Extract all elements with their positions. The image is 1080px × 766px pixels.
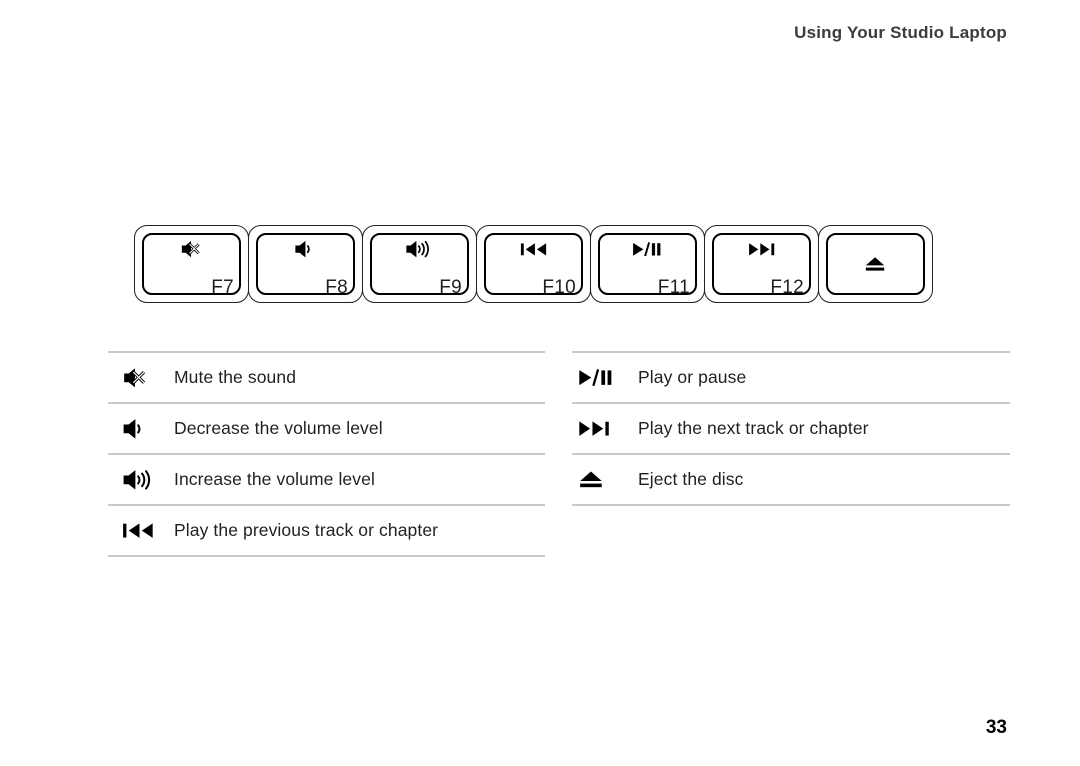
key-f9[interactable]: F9 — [362, 225, 477, 303]
key-f12[interactable]: F12 — [704, 225, 819, 303]
key-label: F10 — [542, 277, 576, 298]
legend-description: Play the next track or chapter — [638, 418, 869, 438]
play-pause-icon — [591, 236, 704, 262]
key-label: F8 — [325, 277, 348, 298]
previous-track-icon — [108, 522, 174, 539]
legend-description: Increase the volume level — [174, 469, 375, 489]
play-pause-icon — [572, 368, 638, 387]
volume-up-icon — [363, 236, 476, 262]
volume-down-icon — [108, 417, 174, 441]
next-track-icon — [572, 420, 638, 437]
key-f11[interactable]: F11 — [590, 225, 705, 303]
legend-description: Decrease the volume level — [174, 418, 383, 438]
page-number: 33 — [985, 717, 1007, 738]
previous-track-icon — [477, 236, 590, 262]
key-eject[interactable] — [818, 225, 933, 303]
legend-row: Play the next track or chapter — [572, 404, 1010, 455]
key-label: F7 — [211, 277, 234, 298]
key-f8[interactable]: F8 — [248, 225, 363, 303]
volume-down-icon — [249, 236, 362, 262]
key-label: F11 — [657, 277, 690, 298]
eject-icon — [572, 470, 638, 489]
key-label: F9 — [439, 277, 462, 298]
key-f10[interactable]: F10 — [476, 225, 591, 303]
legend-row: Mute the sound — [108, 351, 545, 404]
legend-table-right: Play or pause Play the next track or cha… — [572, 351, 1010, 506]
legend-table-left: Mute the sound Decrease the volume level… — [108, 351, 545, 557]
volume-up-icon — [108, 468, 174, 492]
legend-description: Play the previous track or chapter — [174, 520, 439, 540]
legend-row: Play the previous track or chapter — [108, 506, 545, 557]
key-label: F12 — [770, 277, 804, 298]
legend-description: Mute the sound — [174, 367, 297, 387]
eject-icon — [819, 226, 932, 302]
legend-description: Eject the disc — [638, 469, 744, 489]
legend-row: Increase the volume level — [108, 455, 545, 506]
mute-icon — [135, 236, 248, 262]
legend-row: Play or pause — [572, 351, 1010, 404]
page-title: Using Your Studio Laptop — [794, 23, 1007, 42]
legend-row: Eject the disc — [572, 455, 1010, 506]
key-f7[interactable]: F7 — [134, 225, 249, 303]
function-key-row: F7 F8 F9 F10 F11 F12 — [134, 225, 933, 303]
next-track-icon — [705, 236, 818, 262]
mute-icon — [108, 366, 174, 390]
legend-description: Play or pause — [638, 367, 747, 387]
legend-row: Decrease the volume level — [108, 404, 545, 455]
